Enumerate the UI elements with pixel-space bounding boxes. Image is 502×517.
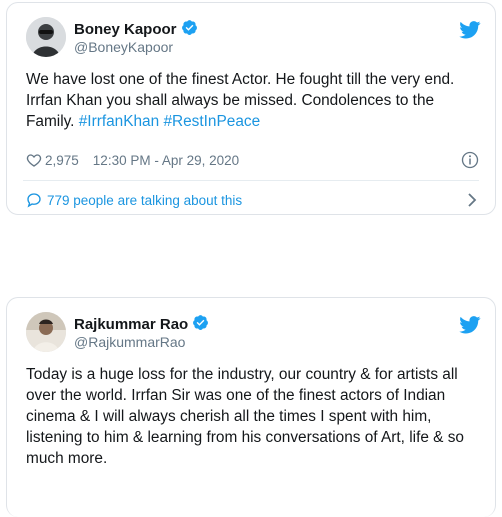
info-icon[interactable]	[461, 151, 479, 169]
conversation-link[interactable]: 779 people are talking about this	[26, 190, 479, 210]
avatar[interactable]	[26, 312, 66, 352]
tweet-meta: 2,975 12:30 PM - Apr 29, 2020	[26, 150, 479, 170]
author-name-text: Boney Kapoor	[74, 21, 177, 38]
tweet-text: We have lost one of the finest Actor. He…	[26, 69, 479, 132]
tweet-timestamp[interactable]: 12:30 PM - Apr 29, 2020	[93, 153, 239, 168]
twitter-bird-icon[interactable]	[459, 316, 481, 334]
tweet-card[interactable]: Boney Kapoor @BoneyKapoor We have lost o…	[6, 2, 496, 215]
comment-bubble-icon	[27, 193, 41, 208]
twitter-bird-icon[interactable]	[459, 21, 481, 39]
avatar-photo-icon	[26, 17, 66, 57]
conversation-text: 779 people are talking about this	[47, 192, 243, 208]
likes-count[interactable]: 2,975	[45, 153, 79, 168]
hashtag-link[interactable]: #IrrfanKhan	[79, 113, 159, 130]
author-name[interactable]: Rajkummar Rao	[74, 314, 209, 333]
verified-badge-icon	[193, 315, 209, 330]
avatar[interactable]	[26, 17, 66, 57]
divider	[23, 180, 479, 181]
author-handle[interactable]: @BoneyKapoor	[74, 39, 173, 55]
tweet-card[interactable]: Rajkummar Rao @RajkummarRao Today is a h…	[6, 297, 496, 517]
author-handle[interactable]: @RajkummarRao	[74, 334, 185, 350]
avatar-photo-icon	[26, 312, 66, 352]
tweet-text: Today is a huge loss for the industry, o…	[26, 366, 464, 467]
chevron-right-icon	[468, 193, 477, 207]
author-name[interactable]: Boney Kapoor	[74, 19, 198, 38]
heart-icon[interactable]	[26, 152, 42, 168]
hashtag-link[interactable]: #RestInPeace	[163, 113, 260, 130]
verified-badge-icon	[181, 20, 197, 35]
author-name-text: Rajkummar Rao	[74, 316, 189, 333]
